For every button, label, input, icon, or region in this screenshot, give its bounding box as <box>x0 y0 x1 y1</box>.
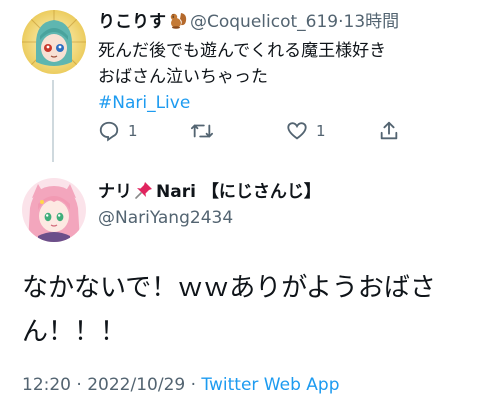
separator-dot: · <box>190 375 197 395</box>
like-count: 1 <box>316 122 326 140</box>
tweet2-text-line: なかないで！ｗｗありがようおばさ <box>22 273 436 303</box>
source-app-link[interactable]: Twitter Web App <box>201 375 339 395</box>
tweet1-text-line: おばさん泣いちゃった <box>98 67 268 87</box>
squirrel-icon <box>168 10 188 37</box>
tweet1-handle[interactable]: @Coquelicot_619 <box>190 12 338 32</box>
tweet2-author-name[interactable]: ナリ Nari 【にじさんじ】 <box>98 180 321 207</box>
avatar-nari[interactable] <box>22 178 86 242</box>
like-button[interactable]: 1 <box>286 120 326 142</box>
tweet2-date[interactable]: 2022/10/29 <box>87 375 185 395</box>
reply-icon <box>99 121 119 142</box>
retweet-button[interactable] <box>190 120 214 142</box>
heart-icon <box>287 122 307 140</box>
tweet2-name-prefix: ナリ <box>98 182 132 202</box>
tweet1-text: 死んだ後でも遊んでくれる魔王様好き おばさん泣いちゃった #Nari_Live <box>98 38 468 116</box>
thread-line <box>52 80 54 162</box>
separator-dot: · <box>76 375 82 395</box>
tweet1-timestamp[interactable]: 13時間 <box>344 12 400 32</box>
tweet2-handle[interactable]: @NariYang2434 <box>98 208 233 228</box>
share-button[interactable] <box>378 120 400 142</box>
tweet1-actions: 1 1 <box>98 120 398 144</box>
tweet2-meta: 12:20 · 2022/10/29 · Twitter Web App <box>22 375 339 395</box>
avatar-coquelicot[interactable] <box>22 10 86 74</box>
tweet2-time[interactable]: 12:20 <box>22 375 71 395</box>
share-icon <box>380 121 398 140</box>
tweet1-author-name[interactable]: りこりす <box>98 12 166 32</box>
tweet1-text-line: 死んだ後でも遊んでくれる魔王様好き <box>98 41 387 61</box>
tweet2-text-line: ん！！！ <box>22 317 127 347</box>
tweet1-header: りこりす @Coquelicot_619·13時間 <box>98 10 478 37</box>
tweet2-text: なかないで！ｗｗありがようおばさ ん！！！ <box>22 266 472 354</box>
reply-button[interactable]: 1 <box>98 120 138 142</box>
hashtag-link[interactable]: #Nari_Live <box>98 90 468 116</box>
reply-count: 1 <box>128 122 138 140</box>
retweet-icon <box>191 124 213 138</box>
pushpin-icon <box>134 180 154 207</box>
tweet2-name-suffix: Nari 【にじさんじ】 <box>156 182 321 202</box>
